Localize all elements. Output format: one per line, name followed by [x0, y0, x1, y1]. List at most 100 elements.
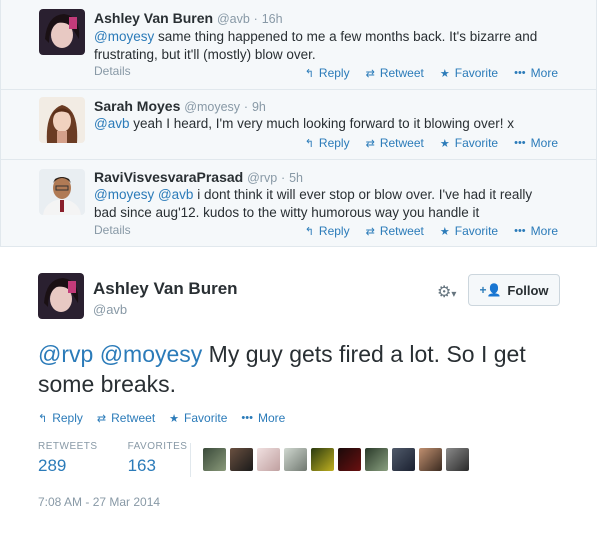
retweet-label: Retweet: [111, 411, 156, 425]
retweet-label: Retweet: [379, 224, 424, 238]
favorite-label: Favorite: [454, 136, 499, 150]
avatar[interactable]: [311, 448, 334, 471]
favorite-button[interactable]: ★ Favorite: [169, 411, 227, 425]
tweet-time[interactable]: 16h: [262, 12, 283, 26]
tweet-body: same thing happened to me a few months b…: [94, 29, 538, 62]
follow-button[interactable]: +👤 Follow: [468, 274, 560, 306]
avatar[interactable]: [392, 448, 415, 471]
favorite-label: Favorite: [454, 66, 499, 80]
tweet-timestamp[interactable]: 7:08 AM - 27 Mar 2014: [38, 495, 160, 509]
tweet-time[interactable]: 5h: [289, 171, 303, 185]
star-icon: ★: [439, 137, 450, 150]
divider: [190, 443, 191, 477]
tweet-text: @moyesy same thing happened to me a few …: [94, 28, 544, 64]
more-label: More: [530, 66, 558, 80]
retweet-icon: ⇄: [365, 67, 375, 80]
reply-button[interactable]: ↰ Reply: [305, 136, 350, 150]
reply-label: Reply: [318, 136, 350, 150]
tweet-text: @rvp @moyesy My guy gets fired a lot. So…: [38, 339, 558, 399]
favorite-label: Favorite: [184, 411, 228, 425]
more-label: More: [530, 136, 558, 150]
author-name[interactable]: Sarah Moyes: [94, 98, 180, 114]
chevron-down-icon: ▾: [451, 289, 457, 300]
ellipsis-icon: •••: [514, 225, 526, 237]
tweet-text: @moyesy @avb i dont think it will ever s…: [94, 186, 539, 222]
mention-link[interactable]: @moyesy @avb: [94, 187, 193, 202]
more-button[interactable]: ••• More: [514, 66, 558, 80]
mention-link[interactable]: @moyesy: [94, 29, 154, 44]
mention-link[interactable]: @avb: [94, 116, 129, 131]
reply-tweet-3[interactable]: RaviVisvesvaraPrasad @rvp · 5h @moyesy @…: [0, 160, 597, 247]
author-name[interactable]: RaviVisvesvaraPrasad: [94, 169, 243, 185]
author-handle[interactable]: @rvp: [247, 171, 277, 185]
author-handle[interactable]: @avb: [93, 302, 127, 317]
reply-tweet-2[interactable]: Sarah Moyes @moyesy · 9h @avb yeah I hea…: [0, 90, 597, 160]
avatar[interactable]: [419, 448, 442, 471]
tweet-time[interactable]: 9h: [252, 100, 266, 114]
avatar[interactable]: [203, 448, 226, 471]
reply-icon: ↰: [304, 67, 314, 80]
favoriter-avatars: [203, 448, 469, 471]
tweet-text: @avb yeah I heard, I'm very much looking…: [94, 115, 544, 133]
details-link[interactable]: Details: [94, 223, 131, 237]
reply-label: Reply: [318, 224, 350, 238]
retweet-icon: ⇄: [96, 412, 107, 425]
favorite-label: Favorite: [454, 224, 499, 238]
retweet-label: Retweet: [379, 66, 424, 80]
retweet-label: Retweet: [379, 136, 424, 150]
avatar[interactable]: [39, 169, 85, 215]
reply-icon: ↰: [304, 225, 314, 238]
retweets-stat[interactable]: RETWEETS 289: [38, 441, 98, 476]
author-handle[interactable]: @moyesy: [184, 100, 240, 114]
favorite-button[interactable]: ★ Favorite: [440, 224, 498, 238]
star-icon: ★: [169, 412, 180, 425]
retweet-button[interactable]: ⇄ Retweet: [366, 224, 424, 238]
star-icon: ★: [439, 67, 450, 80]
star-icon: ★: [439, 225, 450, 238]
more-button[interactable]: ••• More: [514, 136, 558, 150]
reply-label: Reply: [318, 66, 350, 80]
avatar[interactable]: [338, 448, 361, 471]
reply-label: Reply: [52, 411, 83, 425]
author-name[interactable]: Ashley Van Buren: [94, 10, 213, 26]
retweet-button[interactable]: ⇄ Retweet: [366, 136, 424, 150]
more-label: More: [257, 411, 286, 425]
main-tweet: Ashley Van Buren @avb ⚙▾ +👤 Follow @rvp …: [0, 247, 599, 542]
favorite-button[interactable]: ★ Favorite: [440, 66, 498, 80]
reply-button[interactable]: ↰ Reply: [305, 224, 350, 238]
tweet-body: yeah I heard, I'm very much looking forw…: [129, 116, 514, 131]
avatar[interactable]: [39, 97, 85, 143]
ellipsis-icon: •••: [514, 137, 526, 149]
avatar[interactable]: [284, 448, 307, 471]
avatar[interactable]: [257, 448, 280, 471]
favorite-button[interactable]: ★ Favorite: [440, 136, 498, 150]
reply-button[interactable]: ↰ Reply: [38, 411, 83, 425]
separator: ·: [243, 100, 249, 114]
gear-icon[interactable]: ⚙▾: [437, 282, 456, 302]
reply-tweet-1[interactable]: Ashley Van Buren @avb · 16h @moyesy same…: [0, 0, 597, 90]
ellipsis-icon: •••: [241, 412, 253, 424]
retweet-button[interactable]: ⇄ Retweet: [366, 66, 424, 80]
details-link[interactable]: Details: [94, 64, 131, 78]
separator: ·: [253, 12, 258, 26]
avatar[interactable]: [365, 448, 388, 471]
reply-icon: ↰: [304, 137, 314, 150]
favorites-stat[interactable]: FAVORITES 163: [128, 441, 188, 476]
more-button[interactable]: ••• More: [241, 411, 285, 425]
author-handle[interactable]: @avb: [217, 12, 250, 26]
retweet-icon: ⇄: [365, 137, 375, 150]
reply-button[interactable]: ↰ Reply: [305, 66, 350, 80]
avatar[interactable]: [39, 9, 85, 55]
separator: ·: [281, 171, 286, 185]
avatar[interactable]: [230, 448, 253, 471]
avatar[interactable]: [446, 448, 469, 471]
author-name[interactable]: Ashley Van Buren: [93, 279, 238, 299]
retweet-button[interactable]: ⇄ Retweet: [97, 411, 155, 425]
add-user-icon: +👤: [479, 283, 502, 297]
avatar[interactable]: [38, 273, 84, 319]
retweets-label: RETWEETS: [38, 441, 98, 452]
mention-link[interactable]: @rvp @moyesy: [38, 341, 202, 367]
more-button[interactable]: ••• More: [514, 224, 558, 238]
ellipsis-icon: •••: [514, 67, 526, 79]
retweets-count: 289: [38, 456, 67, 475]
